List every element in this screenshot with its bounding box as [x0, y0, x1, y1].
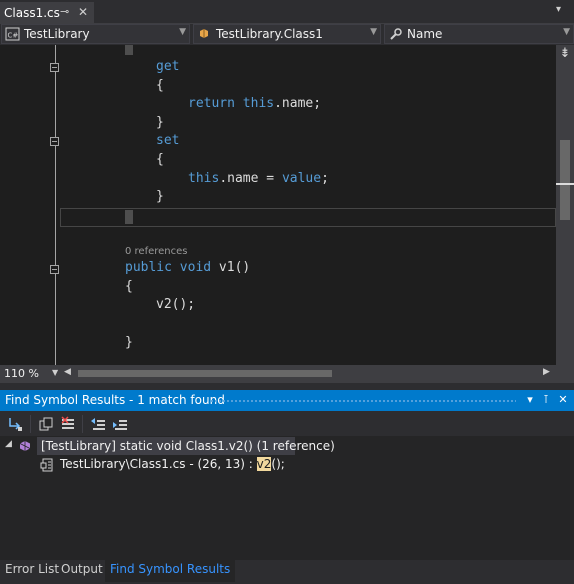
codelens-references[interactable]: 0 references — [125, 246, 188, 257]
type-dropdown[interactable]: TestLibrary.Class1 ▼ — [193, 24, 381, 44]
result-match-highlight: v2 — [256, 457, 272, 471]
result-location-text: TestLibrary\Class1.cs - (26, 13) : — [60, 457, 257, 471]
current-line-highlight — [60, 208, 556, 227]
code-keyword-get: get — [156, 59, 180, 74]
vertical-scroll-thumb[interactable] — [560, 140, 570, 220]
zoom-dropdown[interactable]: 110 % ▼ — [0, 366, 62, 382]
code-method-signature: v1() — [211, 260, 251, 275]
code-semicolon: ; — [321, 171, 329, 186]
horizontal-scroll-thumb[interactable] — [78, 370, 332, 377]
outline-guide — [55, 45, 56, 365]
code-member-access: .name; — [274, 96, 322, 111]
result-location-row[interactable]: TestLibrary\Class1.cs - (26, 13) : v2(); — [60, 457, 285, 471]
code-editor[interactable]: get { return this.name; } set { this.nam… — [0, 45, 556, 365]
results-toolbar — [0, 411, 574, 436]
chevron-down-icon: ▼ — [370, 27, 377, 37]
project-dropdown-label: TestLibrary — [24, 27, 90, 41]
pin-icon[interactable]: ⊸ — [60, 5, 69, 18]
member-dropdown[interactable]: Name ▼ — [384, 24, 574, 44]
code-brace: } — [125, 335, 133, 350]
tab-list-dropdown-icon[interactable]: ▾ — [556, 4, 570, 18]
code-keyword-this: this — [242, 96, 275, 111]
code-brace: { — [156, 152, 164, 167]
clear-all-icon[interactable] — [60, 416, 76, 432]
code-keyword-set: set — [156, 133, 180, 148]
code-keyword-return: return — [188, 96, 235, 111]
code-brace: { — [125, 279, 133, 294]
toolbar-separator — [30, 415, 31, 433]
toolbar-separator — [82, 415, 83, 433]
csharp-project-icon: C# — [5, 27, 20, 41]
chevron-down-icon: ▼ — [179, 27, 186, 37]
chevron-down-icon: ▼ — [52, 368, 59, 377]
auto-hide-pin-icon[interactable]: ⊺ — [539, 393, 553, 407]
zoom-level: 110 % — [4, 367, 39, 380]
class-icon — [200, 29, 208, 38]
tab-output[interactable]: Output — [56, 560, 108, 582]
code-keyword-public-void: public void — [125, 260, 212, 275]
property-wrench-icon — [390, 28, 402, 40]
result-match-rest: (); — [271, 457, 285, 471]
type-dropdown-label: TestLibrary.Class1 — [216, 27, 323, 41]
member-dropdown-label: Name — [407, 27, 443, 41]
document-tab-title: Class1.cs — [4, 6, 60, 20]
collapse-arrow-icon[interactable]: ◢ — [5, 439, 12, 449]
code-file-reference-icon — [40, 458, 53, 472]
collapse-toggle-v1[interactable] — [50, 265, 59, 274]
code-line-return: return this.name; — [188, 96, 321, 111]
code-keyword-this: this — [188, 171, 220, 186]
scroll-left-arrow-icon[interactable]: ◀ — [64, 367, 71, 377]
go-to-location-icon[interactable] — [7, 416, 23, 432]
code-line-call: v2(); — [156, 297, 196, 312]
close-icon[interactable]: ✕ — [78, 5, 88, 19]
collapse-toggle-set[interactable] — [50, 137, 59, 146]
previous-location-icon[interactable] — [90, 416, 106, 432]
next-location-icon[interactable] — [112, 416, 128, 432]
tab-error-list[interactable]: Error List — [0, 560, 64, 582]
chevron-down-icon: ▼ — [563, 27, 570, 37]
document-tab-class1[interactable]: Class1.cs ⊸ ✕ — [0, 2, 94, 24]
project-dropdown[interactable]: C# TestLibrary ▼ — [1, 24, 190, 44]
svg-text:C#: C# — [8, 32, 19, 40]
code-brace: { — [156, 78, 164, 93]
method-symbol-icon — [19, 441, 31, 451]
code-brace: } — [156, 189, 164, 204]
result-symbol-text: [TestLibrary] static void Class1.v2() (1… — [41, 439, 335, 453]
brace-match-highlight — [125, 210, 133, 224]
scroll-right-arrow-icon[interactable]: ▶ — [543, 367, 550, 377]
scrollbar-caret-marker — [556, 183, 574, 185]
split-window-icon[interactable]: ⇟ — [557, 46, 573, 62]
collapse-toggle-get[interactable] — [50, 63, 59, 72]
copy-icon[interactable] — [38, 416, 54, 432]
close-icon[interactable]: ✕ — [556, 393, 570, 407]
code-keyword-value: value — [281, 171, 322, 186]
code-line-assign: this.name = value; — [188, 171, 329, 186]
tool-window-title: Find Symbol Results - 1 match found — [5, 393, 225, 407]
brace-match-highlight — [125, 45, 133, 55]
code-brace: } — [156, 115, 164, 130]
window-position-dropdown-icon[interactable]: ▾ — [523, 393, 537, 407]
titlebar-grip — [210, 399, 516, 404]
tab-find-symbol-results[interactable]: Find Symbol Results — [105, 560, 236, 582]
code-assign-text: .name = — [219, 171, 282, 186]
code-line-declaration: public void v1() — [125, 260, 250, 275]
